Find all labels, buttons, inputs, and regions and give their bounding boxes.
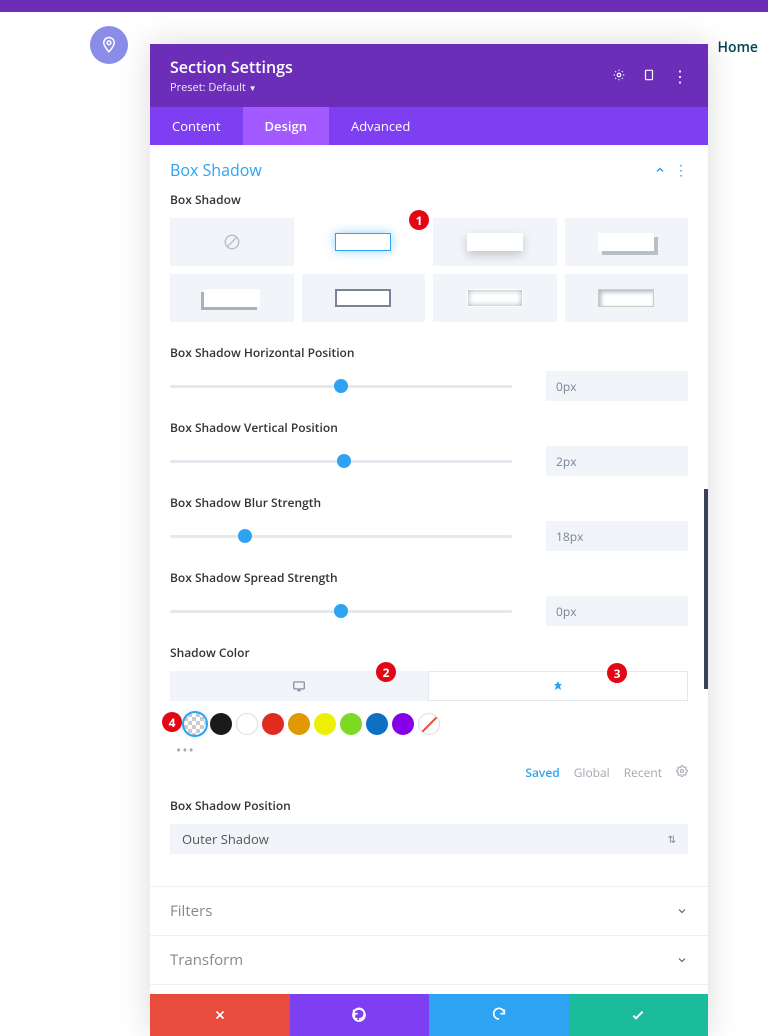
action-bar xyxy=(150,994,708,1036)
responsive-icon[interactable] xyxy=(642,65,656,87)
shadow-preset-grid: 1 xyxy=(170,218,688,322)
nav-home-link[interactable]: Home xyxy=(718,38,759,57)
main-tabs: Content Design Advanced xyxy=(150,107,708,145)
shadow-preset-5[interactable] xyxy=(302,274,426,322)
callout-1: 1 xyxy=(409,210,429,230)
label-blur: Box Shadow Blur Strength xyxy=(170,494,688,511)
settings-modal: Section Settings Preset: Default ▼ ⋮ Con… xyxy=(150,44,708,1036)
save-button[interactable] xyxy=(569,994,709,1036)
swatch-clear[interactable] xyxy=(418,713,440,735)
shadow-preset-7[interactable] xyxy=(565,274,689,322)
color-tab-pin[interactable]: 3 xyxy=(428,671,688,701)
select-arrows-icon: ⇅ xyxy=(668,832,676,846)
shadow-preset-2[interactable] xyxy=(433,218,557,266)
slider-thumb[interactable] xyxy=(334,604,348,618)
slider-thumb[interactable] xyxy=(334,379,348,393)
tab-advanced[interactable]: Advanced xyxy=(329,107,432,145)
close-button[interactable] xyxy=(150,994,290,1036)
value-blur[interactable]: 18px xyxy=(546,521,688,551)
section-transform[interactable]: Transform xyxy=(150,935,708,984)
slider-thumb[interactable] xyxy=(337,454,351,468)
swatch-transparent[interactable] xyxy=(184,713,206,735)
label-position: Box Shadow Position xyxy=(170,797,688,814)
swatch-black[interactable] xyxy=(210,713,232,735)
scrollbar[interactable] xyxy=(704,489,708,689)
logo xyxy=(90,26,128,64)
slider-blur[interactable] xyxy=(170,535,512,538)
swatch-yellow[interactable] xyxy=(314,713,336,735)
palette-tabs: Saved Global Recent xyxy=(170,764,688,781)
label-horizontal: Box Shadow Horizontal Position xyxy=(170,344,688,361)
palette-tab-recent[interactable]: Recent xyxy=(624,764,662,781)
value-vertical[interactable]: 2px xyxy=(546,446,688,476)
panel-body: Box Shadow 1 Box Shadow Horizontal Posit… xyxy=(150,191,708,868)
color-mode-tabs: 2 3 xyxy=(170,671,688,701)
swatch-red[interactable] xyxy=(262,713,284,735)
label-spread: Box Shadow Spread Strength xyxy=(170,569,688,586)
section-more-icon[interactable]: ⋮ xyxy=(674,161,688,180)
select-value: Outer Shadow xyxy=(182,830,269,848)
callout-4: 4 xyxy=(162,712,182,732)
slider-vertical[interactable] xyxy=(170,460,512,463)
preset-selector[interactable]: Preset: Default ▼ xyxy=(170,80,293,95)
modal-header: Section Settings Preset: Default ▼ ⋮ xyxy=(150,44,708,107)
shadow-preset-none[interactable] xyxy=(170,218,294,266)
color-tab-desktop[interactable]: 2 xyxy=(170,671,428,701)
select-position[interactable]: Outer Shadow ⇅ xyxy=(170,824,688,854)
gear-icon[interactable] xyxy=(676,764,688,781)
value-horizontal[interactable]: 0px xyxy=(546,371,688,401)
value-spread[interactable]: 0px xyxy=(546,596,688,626)
top-bar xyxy=(0,0,768,12)
undo-button[interactable] xyxy=(290,994,430,1036)
section-header[interactable]: Box Shadow ⋮ xyxy=(150,145,708,191)
palette-tab-global[interactable]: Global xyxy=(574,764,610,781)
swatch-purple[interactable] xyxy=(392,713,414,735)
swatch-more-icon[interactable]: ••• xyxy=(176,741,688,760)
palette-tab-saved[interactable]: Saved xyxy=(525,764,559,781)
swatch-orange[interactable] xyxy=(288,713,310,735)
slider-thumb[interactable] xyxy=(238,529,252,543)
chevron-down-icon xyxy=(676,954,688,966)
more-icon[interactable]: ⋮ xyxy=(672,68,688,84)
swatch-white[interactable] xyxy=(236,713,258,735)
section-title: Box Shadow xyxy=(170,159,262,181)
label-shadow-color: Shadow Color xyxy=(170,644,688,661)
callout-2: 2 xyxy=(376,662,396,682)
callout-3: 3 xyxy=(607,663,627,683)
swatch-blue[interactable] xyxy=(366,713,388,735)
label-vertical: Box Shadow Vertical Position xyxy=(170,419,688,436)
shadow-preset-4[interactable] xyxy=(170,274,294,322)
modal-title: Section Settings xyxy=(170,56,293,78)
shadow-preset-3[interactable] xyxy=(565,218,689,266)
tab-design[interactable]: Design xyxy=(243,107,329,145)
section-filters[interactable]: Filters xyxy=(150,886,708,935)
chevron-up-icon[interactable] xyxy=(654,164,666,176)
label-box-shadow: Box Shadow xyxy=(170,191,688,208)
shadow-preset-1[interactable]: 1 xyxy=(302,218,426,266)
tab-content[interactable]: Content xyxy=(150,107,243,145)
redo-button[interactable] xyxy=(429,994,569,1036)
shadow-preset-6[interactable] xyxy=(433,274,557,322)
slider-horizontal[interactable] xyxy=(170,385,512,388)
swatch-green[interactable] xyxy=(340,713,362,735)
hover-options-icon[interactable] xyxy=(612,65,626,87)
slider-spread[interactable] xyxy=(170,610,512,613)
color-swatches: 4 xyxy=(170,713,688,735)
